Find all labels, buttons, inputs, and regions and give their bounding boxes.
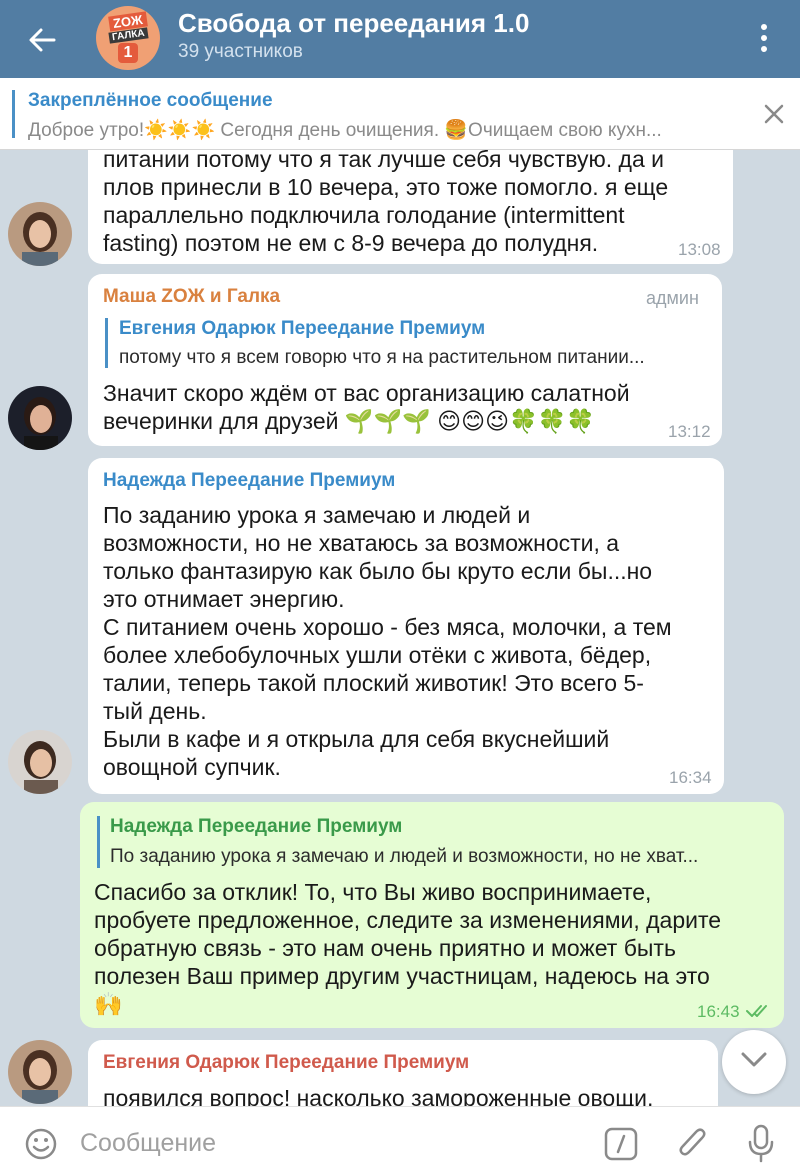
bot-command-icon[interactable]: [604, 1127, 638, 1161]
close-icon[interactable]: [760, 100, 788, 128]
reply-author[interactable]: Надежда Переедание Премиум: [110, 816, 402, 838]
message-text: По заданию урока я замечаю и людей и воз…: [103, 501, 715, 781]
message-line: вечеринки для друзей 🌱🌱🌱 😊😊😉🍀🍀🍀: [103, 408, 596, 434]
reply-text[interactable]: потому что я всем говорю что я на растит…: [119, 347, 709, 369]
more-vert-icon[interactable]: [748, 18, 780, 58]
attach-icon[interactable]: [676, 1125, 710, 1163]
message-line: обратную связь - это нам очень приятно и…: [94, 935, 676, 961]
message-line: овощной супчик.: [103, 754, 281, 780]
message-text: питании потому что я так лучше себя чувс…: [103, 150, 723, 257]
back-arrow-icon[interactable]: [22, 20, 62, 60]
admin-badge: админ: [646, 288, 699, 308]
chevron-down-icon: [740, 1051, 768, 1074]
double-check-icon: [746, 1002, 772, 1020]
message-line: плов принесли в 10 вечера, это тоже помо…: [103, 174, 669, 200]
message-bubble[interactable]: Надежда Переедание Премиум По заданию ур…: [88, 458, 724, 794]
message-line: По заданию урока я замечаю и людей и: [103, 502, 531, 528]
message-line: Спасибо за отклик! То, что Вы живо воспр…: [94, 879, 652, 905]
message-text: Спасибо за отклик! То, что Вы живо воспр…: [94, 878, 780, 1018]
pinned-message[interactable]: Закреплённое сообщение Доброе утро!☀️☀️☀…: [0, 78, 800, 150]
message-line: талии, теперь такой плоский животик! Это…: [103, 670, 644, 696]
member-count: 39 участников: [178, 41, 303, 62]
message-line: тый день.: [103, 698, 207, 724]
message-line: питании потому что я так лучше себя чувс…: [103, 150, 664, 172]
avatar[interactable]: [8, 202, 72, 266]
avatar[interactable]: [8, 386, 72, 450]
sender-name[interactable]: Евгения Одарюк Переедание Премиум: [103, 1052, 469, 1074]
chat-title[interactable]: Свобода от переедания 1.0: [178, 8, 529, 39]
message-time: 13:12: [668, 422, 711, 441]
message-line: пробуете предложенное, следите за измене…: [94, 907, 722, 933]
message-line: возможности, но не хватаюсь за возможнос…: [103, 530, 620, 556]
message-line: более хлебобулочных ушли отёки с живота,…: [103, 642, 652, 668]
message-line: появился вопрос! насколько замороженные …: [103, 1085, 654, 1106]
message-text: Значит скоро ждём от вас организацию сал…: [103, 379, 713, 435]
scroll-down-button[interactable]: [722, 1030, 786, 1094]
emoji-icon[interactable]: [24, 1127, 58, 1161]
message-line: 🙌: [94, 991, 123, 1017]
avatar[interactable]: [8, 1040, 72, 1104]
message-bubble[interactable]: Евгения Одарюк Переедание Премиум появил…: [88, 1040, 718, 1106]
message-bubble[interactable]: питании потому что я так лучше себя чувс…: [88, 150, 733, 264]
message-line: Были в кафе и я открыла для себя вкусней…: [103, 726, 610, 752]
chat-avatar[interactable]: ZОЖ ГАЛКА 1: [96, 6, 160, 70]
message-time: 13:08: [678, 240, 721, 259]
message-line: Значит скоро ждём от вас организацию сал…: [103, 380, 630, 406]
message-line: это отнимает энергию.: [103, 586, 345, 612]
message-line: С питанием очень хорошо - без мяса, моло…: [103, 614, 672, 640]
message-bubble-outgoing[interactable]: Надежда Переедание Премиум По заданию ур…: [80, 802, 784, 1028]
reply-author[interactable]: Евгения Одарюк Переедание Премиум: [119, 318, 485, 340]
chat-header: ZОЖ ГАЛКА 1 Свобода от переедания 1.0 39…: [0, 0, 800, 78]
reply-text[interactable]: По заданию урока я замечаю и людей и воз…: [110, 846, 770, 868]
sender-name[interactable]: Маша ZОЖ и Галка: [103, 286, 280, 308]
logo-text-3: 1: [118, 42, 138, 63]
sender-name[interactable]: Надежда Переедание Премиум: [103, 470, 395, 492]
avatar[interactable]: [8, 730, 72, 794]
message-composer: Сообщение: [0, 1106, 800, 1176]
message-time: 16:34: [669, 768, 712, 787]
message-time: 16:43: [697, 1002, 740, 1021]
mic-icon[interactable]: [746, 1123, 776, 1163]
message-line: только фантазирую как было бы круто если…: [103, 558, 653, 584]
message-line: параллельно подключила голодание (interm…: [103, 202, 625, 228]
pinned-title: Закреплённое сообщение: [28, 90, 273, 111]
reply-accent-bar: [97, 816, 100, 868]
message-text: появился вопрос! насколько замороженные …: [103, 1084, 715, 1106]
message-line: полезен Ваш пример другим участницам, на…: [94, 963, 710, 989]
message-bubble[interactable]: Маша ZОЖ и Галка админ Евгения Одарюк Пе…: [88, 274, 722, 446]
message-input[interactable]: Сообщение: [80, 1129, 216, 1158]
pinned-text: Доброе утро!☀️☀️☀️ Сегодня день очищения…: [28, 120, 662, 141]
message-list[interactable]: питании потому что я так лучше себя чувс…: [0, 150, 800, 1106]
pinned-accent-bar: [12, 90, 15, 138]
reply-accent-bar: [105, 318, 108, 368]
message-line: fasting) поэтом не ем с 8-9 вечера до по…: [103, 230, 599, 256]
